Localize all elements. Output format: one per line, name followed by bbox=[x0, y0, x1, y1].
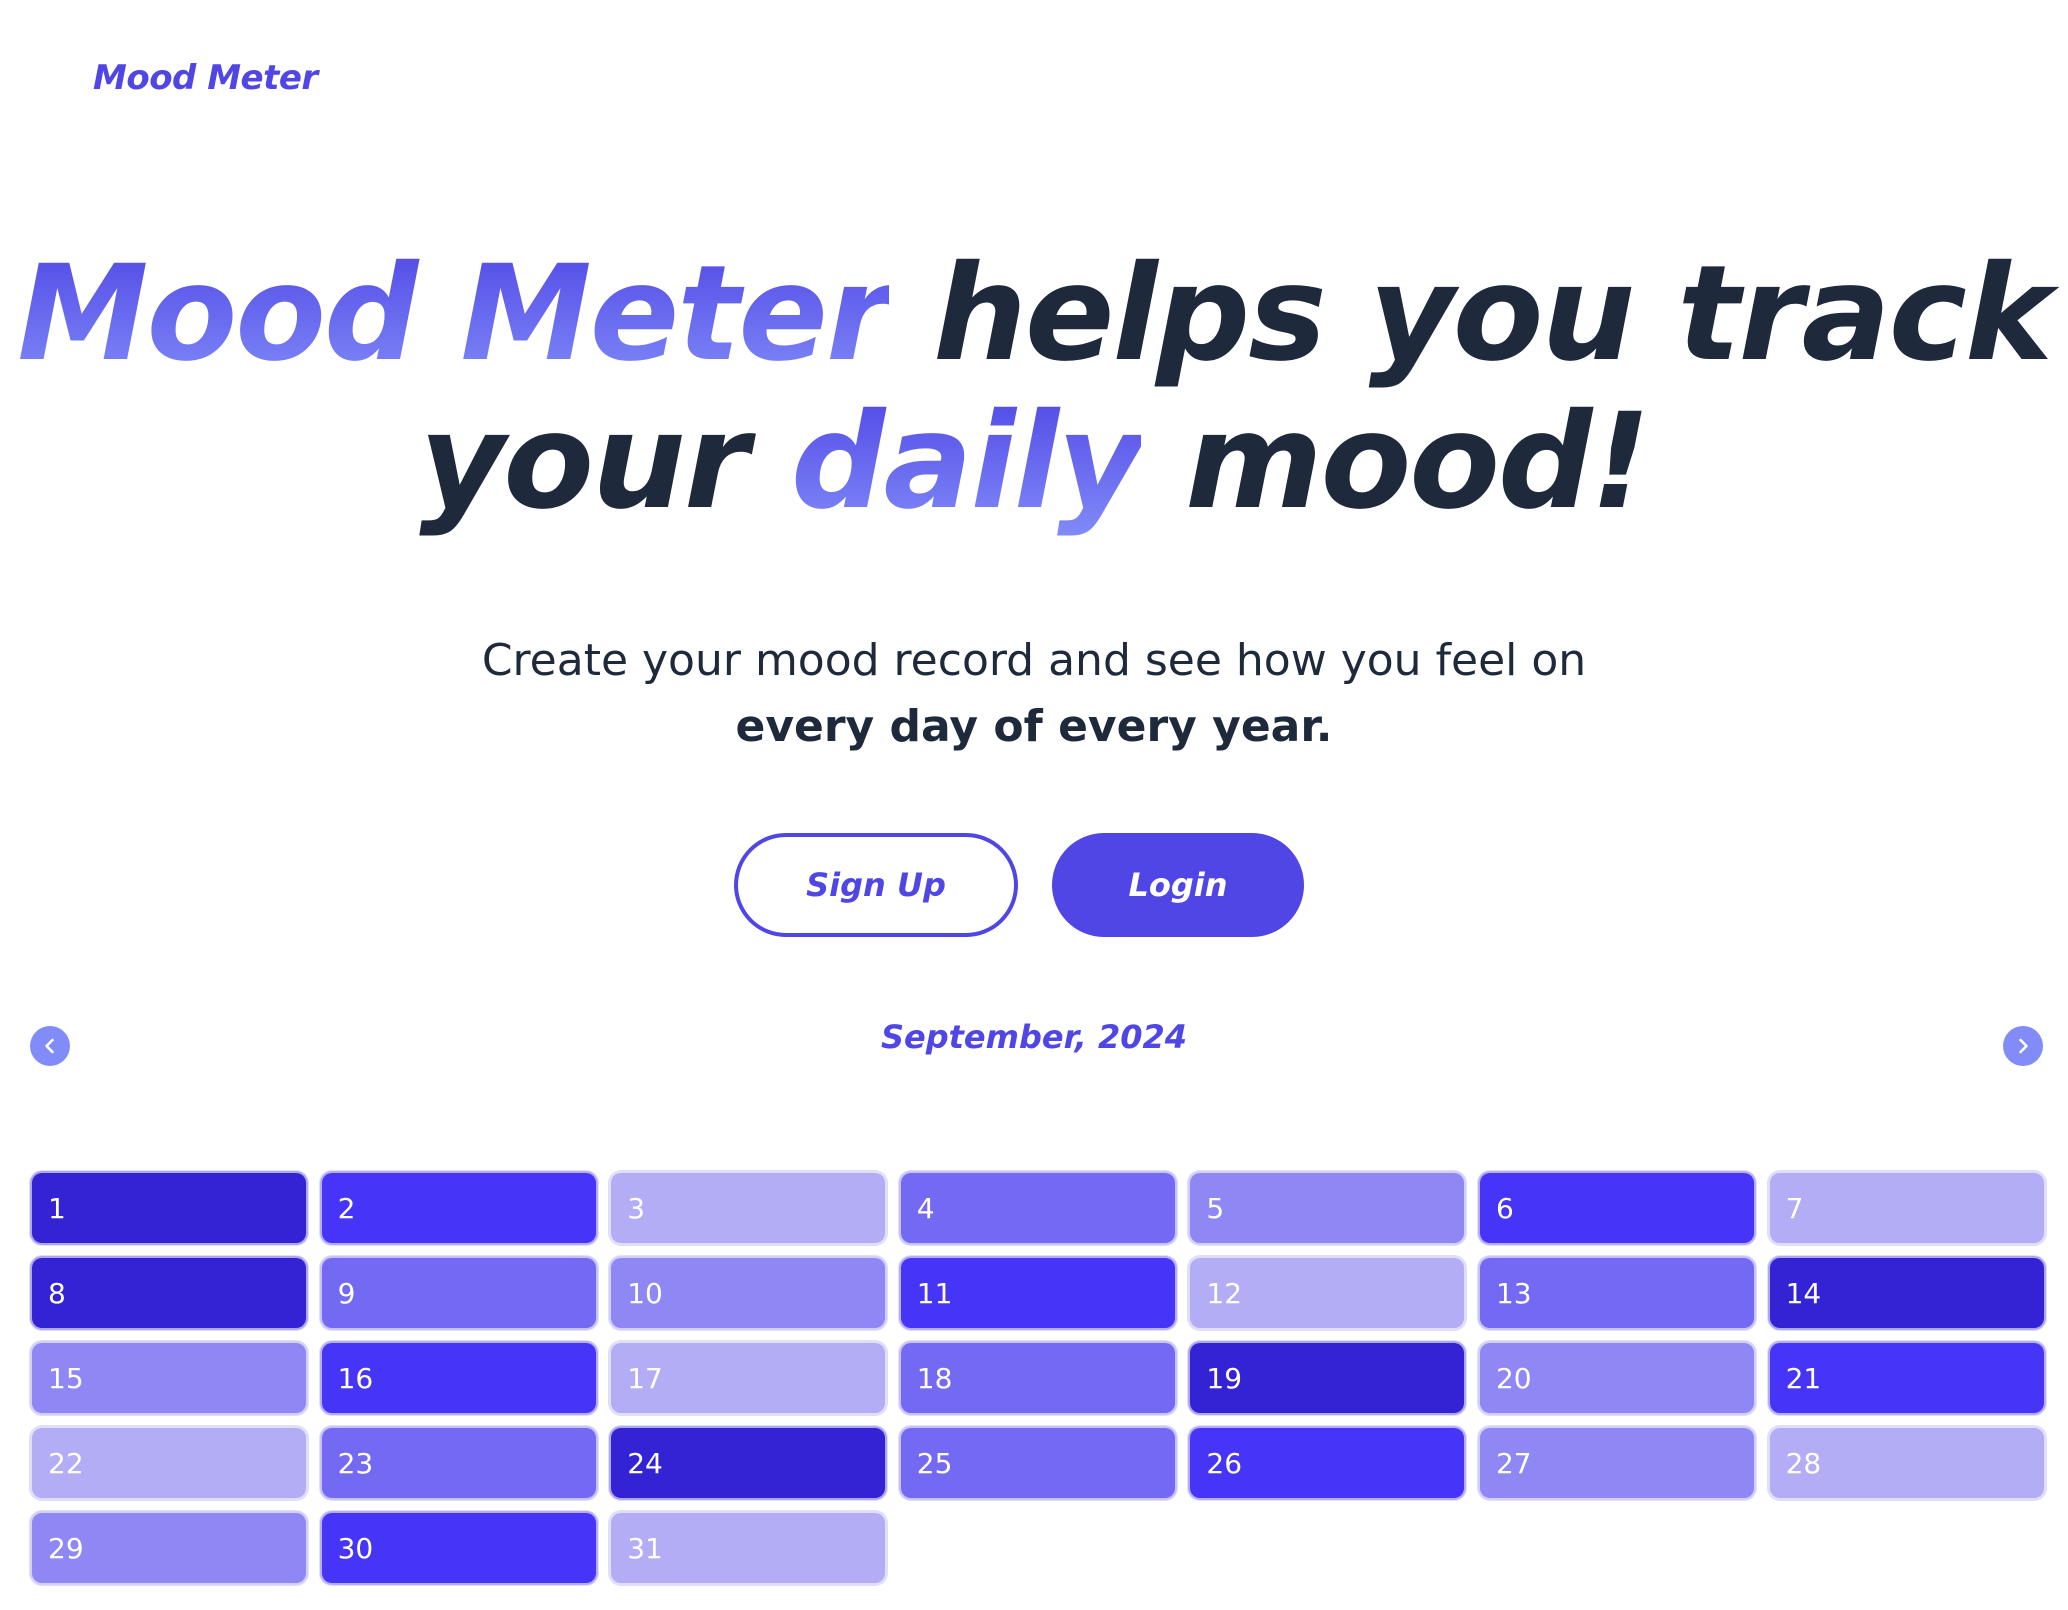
calendar-day[interactable]: 24 bbox=[609, 1426, 888, 1500]
hero-accent-daily: daily bbox=[791, 385, 1143, 539]
calendar-day[interactable]: 5 bbox=[1188, 1171, 1467, 1245]
calendar-day[interactable]: 9 bbox=[319, 1256, 598, 1330]
calendar-day[interactable]: 7 bbox=[1767, 1171, 2046, 1245]
calendar-day[interactable]: 8 bbox=[30, 1256, 308, 1330]
calendar-day[interactable]: 31 bbox=[609, 1511, 888, 1585]
hero-text: your bbox=[419, 385, 792, 539]
calendar-day[interactable]: 18 bbox=[898, 1341, 1177, 1415]
calendar-day[interactable]: 16 bbox=[319, 1341, 598, 1415]
hero-accent-brand: Mood Meter bbox=[17, 237, 891, 391]
subtitle-line-2: every day of every year. bbox=[735, 701, 1333, 752]
calendar-day[interactable]: 17 bbox=[609, 1341, 888, 1415]
calendar-day[interactable]: 22 bbox=[30, 1426, 308, 1500]
calendar-day[interactable]: 25 bbox=[898, 1426, 1177, 1500]
hero-line-1: Mood Meter helps you track bbox=[0, 240, 2068, 388]
hero-line-2: your daily mood! bbox=[0, 388, 2068, 536]
calendar-day[interactable]: 26 bbox=[1188, 1426, 1467, 1500]
subtitle-line-1: Create your mood record and see how you … bbox=[481, 635, 1587, 686]
calendar-day[interactable]: 14 bbox=[1767, 1256, 2046, 1330]
calendar-day[interactable]: 28 bbox=[1767, 1426, 2046, 1500]
hero-text: mood! bbox=[1141, 385, 1651, 539]
login-button[interactable]: Login bbox=[1052, 833, 1304, 937]
calendar-day[interactable]: 11 bbox=[898, 1256, 1177, 1330]
calendar-day[interactable]: 15 bbox=[30, 1341, 308, 1415]
calendar-day[interactable]: 30 bbox=[319, 1511, 598, 1585]
mood-calendar-grid: 1 2 3 4 5 6 7 8 9 10 11 12 13 14 15 16 17 18 19 20 21 22 23 24 2… bbox=[30, 1171, 2046, 1585]
brand-logo[interactable]: Mood Meter bbox=[93, 58, 318, 98]
signup-button[interactable]: Sign Up bbox=[734, 833, 1018, 937]
chevron-right-icon bbox=[2019, 1038, 2028, 1054]
hero-subtitle: Create your mood record and see how you … bbox=[0, 628, 2068, 760]
calendar-day[interactable]: 20 bbox=[1477, 1341, 1756, 1415]
calendar-day[interactable]: 1 bbox=[30, 1171, 308, 1245]
hero-text: helps you track bbox=[889, 237, 2053, 391]
calendar-day[interactable]: 21 bbox=[1767, 1341, 2046, 1415]
month-label: September, 2024 bbox=[880, 1018, 1188, 1056]
calendar-day[interactable]: 2 bbox=[319, 1171, 598, 1245]
calendar-day[interactable]: 6 bbox=[1477, 1171, 1756, 1245]
calendar-day[interactable]: 29 bbox=[30, 1511, 308, 1585]
calendar-day[interactable]: 19 bbox=[1188, 1341, 1467, 1415]
calendar-day[interactable]: 12 bbox=[1188, 1256, 1467, 1330]
calendar-day[interactable]: 23 bbox=[319, 1426, 598, 1500]
calendar-day[interactable]: 27 bbox=[1477, 1426, 1756, 1500]
next-month-button[interactable] bbox=[2003, 1026, 2043, 1066]
calendar-day[interactable]: 4 bbox=[898, 1171, 1177, 1245]
calendar-day[interactable]: 13 bbox=[1477, 1256, 1756, 1330]
hero-heading: Mood Meter helps you track your daily mo… bbox=[0, 240, 2068, 536]
calendar-day[interactable]: 10 bbox=[609, 1256, 888, 1330]
calendar-day[interactable]: 3 bbox=[609, 1171, 888, 1245]
